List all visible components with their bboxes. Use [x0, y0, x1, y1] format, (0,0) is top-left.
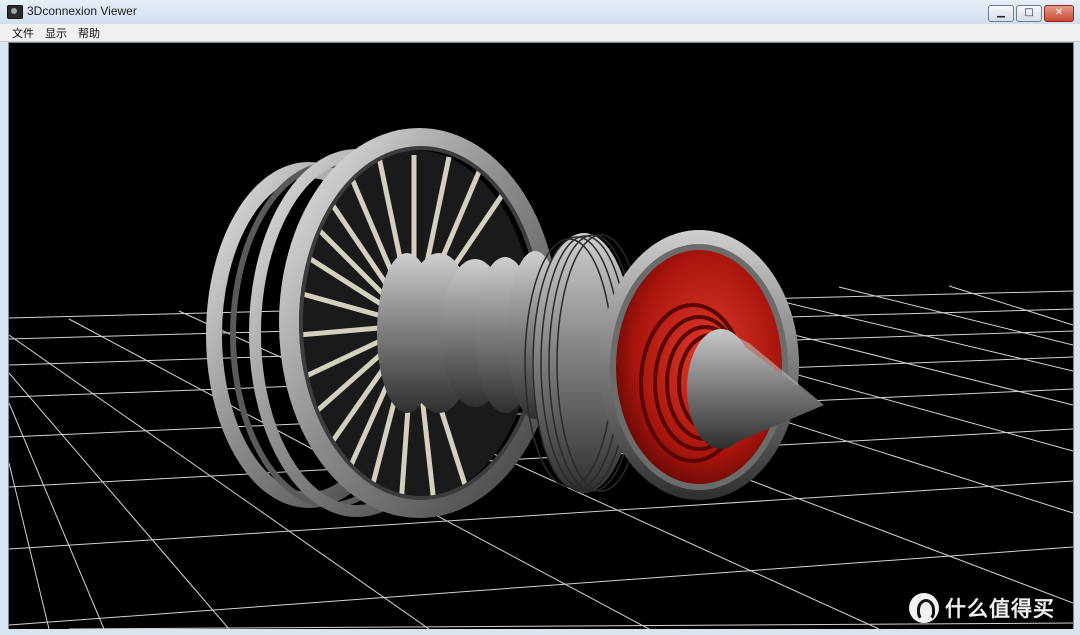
- maximize-button[interactable]: □: [1016, 5, 1042, 22]
- close-button[interactable]: ✕: [1044, 5, 1074, 22]
- 3d-viewport[interactable]: 什么值得买: [8, 42, 1074, 630]
- bottom-frame: [0, 629, 1080, 635]
- menu-view[interactable]: 显示: [42, 25, 70, 41]
- watermark: 什么值得买: [909, 591, 1055, 625]
- menu-file[interactable]: 文件: [9, 25, 37, 41]
- smzdm-logo-icon: [909, 593, 939, 623]
- title-bar[interactable]: 3Dconnexion Viewer ▁ □ ✕: [0, 0, 1080, 25]
- jet-engine-model: [206, 128, 824, 518]
- app-icon: [7, 5, 23, 19]
- watermark-text: 什么值得买: [945, 597, 1055, 621]
- menu-bar: 文件 显示 帮助: [0, 24, 1080, 42]
- app-window: 3Dconnexion Viewer ▁ □ ✕ 文件 显示 帮助 什么值得买: [0, 0, 1080, 635]
- scene-canvas: [9, 128, 1073, 629]
- menu-help[interactable]: 帮助: [75, 25, 103, 41]
- minimize-button[interactable]: ▁: [988, 5, 1014, 22]
- window-title: 3Dconnexion Viewer: [27, 4, 137, 18]
